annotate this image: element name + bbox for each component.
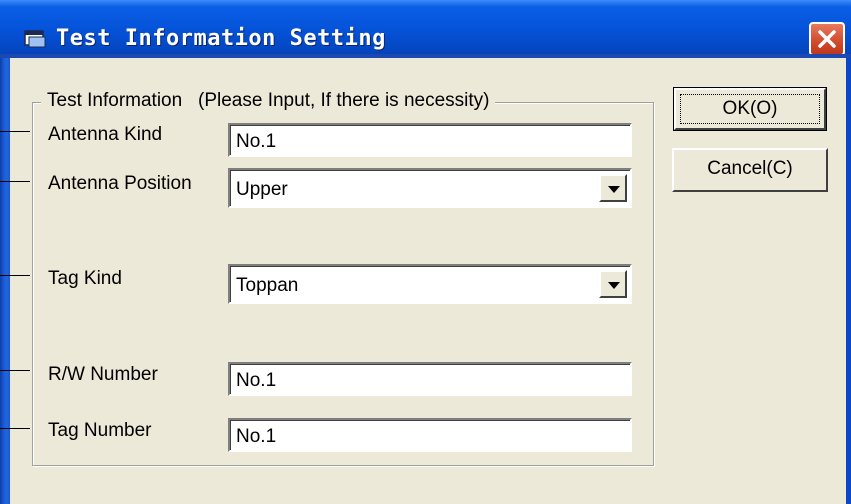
tag-number-input[interactable]: No.1 (228, 418, 632, 452)
chevron-down-icon[interactable] (599, 270, 627, 298)
tag-number-label: Tag Number (48, 420, 152, 441)
ok-button[interactable]: OK(O) (673, 87, 827, 131)
rw-number-label: R/W Number (48, 364, 158, 385)
rw-number-value: No.1 (236, 370, 277, 391)
antenna-position-label: Antenna Position (48, 173, 192, 194)
tag-kind-select[interactable]: Toppan (228, 264, 632, 304)
antenna-kind-value: No.1 (236, 131, 277, 152)
row-marker (0, 428, 30, 429)
row-marker (0, 370, 30, 371)
app-window-icon (24, 30, 46, 48)
window-frame-right (846, 58, 851, 504)
tag-kind-value: Toppan (236, 275, 299, 296)
row-marker (0, 131, 30, 132)
window-title: Test Information Setting (56, 26, 386, 51)
row-marker (0, 181, 30, 182)
cancel-button-label: Cancel(C) (707, 158, 793, 179)
rw-number-input[interactable]: No.1 (228, 362, 632, 396)
antenna-kind-input[interactable]: No.1 (228, 123, 632, 157)
window-frame-left (0, 58, 10, 504)
title-bar[interactable]: Test Information Setting (0, 0, 851, 58)
close-icon (818, 30, 836, 48)
row-marker (0, 275, 30, 276)
tag-kind-label: Tag Kind (48, 268, 122, 289)
group-caption: Test Information (Please Input, If there… (41, 90, 496, 112)
antenna-position-value: Upper (236, 179, 288, 200)
close-button[interactable] (809, 22, 845, 56)
tag-number-value: No.1 (236, 426, 277, 447)
ok-button-label: OK(O) (722, 98, 778, 119)
cancel-button[interactable]: Cancel(C) (672, 148, 828, 192)
antenna-position-select[interactable]: Upper (228, 168, 632, 208)
chevron-down-icon[interactable] (599, 174, 627, 202)
antenna-kind-label: Antenna Kind (48, 124, 163, 145)
